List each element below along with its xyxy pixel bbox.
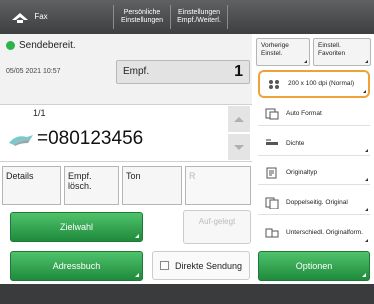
options-label: Optionen	[295, 261, 333, 271]
datetime: 05/05 2021 10:57	[6, 68, 61, 75]
fax-number-icon	[9, 135, 33, 146]
page-indicator: 1/1	[33, 108, 46, 118]
destination-count-box: Empf. 1	[116, 60, 250, 84]
fax-icon	[12, 13, 29, 23]
shared-settings-button[interactable]: Einstellungen Empf./Weiterl.	[171, 0, 227, 34]
corner-arrow-icon	[365, 60, 368, 63]
details-label: Details	[6, 171, 34, 181]
personal-settings-label: Persönliche Einstellungen	[120, 9, 164, 24]
auto-format-label: Auto Format	[286, 109, 322, 117]
r-label: R	[189, 171, 196, 181]
destination-entry[interactable]: =080123456	[8, 128, 143, 150]
shared-settings-label: Einstellungen Empf./Weiterl.	[177, 9, 221, 24]
original-type-option[interactable]: Originaltyp	[258, 161, 370, 185]
corner-arrow-icon	[365, 149, 368, 152]
different-size-originals-icon	[264, 226, 280, 240]
remove-destination-label: Empf. lösch.	[68, 171, 92, 191]
address-book-button[interactable]: Adressbuch	[10, 251, 143, 281]
direct-send-label: Direkte Sendung	[175, 260, 243, 271]
density-icon	[264, 137, 280, 151]
different-size-originals-option[interactable]: Unterschiedl. Originalform.	[258, 221, 370, 245]
density-option[interactable]: Dichte	[258, 132, 370, 156]
auto-format-icon	[264, 107, 280, 121]
original-type-icon	[264, 166, 280, 180]
duplex-original-icon	[264, 196, 280, 210]
personal-settings-button[interactable]: Persönliche Einstellungen	[114, 0, 170, 34]
arrow-up-icon	[234, 116, 244, 122]
on-hook-label: Auf-gelegt	[198, 217, 236, 226]
tone-label: Ton	[126, 171, 141, 181]
density-label: Dichte	[286, 139, 305, 147]
duplex-original-label: Doppelseitig. Original	[286, 198, 348, 206]
scroll-down-button[interactable]	[228, 134, 250, 160]
r-button[interactable]: R	[185, 166, 251, 205]
options-button[interactable]: Optionen	[258, 251, 370, 281]
remove-destination-button[interactable]: Empf. lösch.	[64, 166, 119, 205]
resolution-option[interactable]: 200 x 100 dpi (Normal)	[258, 70, 370, 98]
target-dial-label: Zielwahl	[59, 222, 93, 232]
resolution-label: 200 x 100 dpi (Normal)	[288, 80, 355, 87]
on-hook-button[interactable]: Auf-gelegt	[183, 210, 251, 244]
status-text: Sendebereit.	[19, 40, 76, 51]
target-dial-button[interactable]: Zielwahl	[10, 212, 143, 242]
destination-label: Empf.	[123, 66, 150, 77]
direct-send-toggle[interactable]: Direkte Sendung	[152, 251, 250, 280]
home-label: Fax	[34, 12, 48, 21]
details-button[interactable]: Details	[2, 166, 61, 205]
divider	[227, 5, 228, 29]
status-indicator	[6, 41, 15, 50]
previous-settings-label: Vorherige Einstel.	[261, 42, 289, 57]
corner-arrow-icon	[363, 90, 366, 93]
favorite-settings-button[interactable]: Einstell. Favoriten	[313, 38, 371, 66]
fax-screen: Fax Persönliche Einstellungen Einstellun…	[0, 0, 374, 304]
status-row: Sendebereit.	[6, 40, 76, 51]
different-size-originals-label: Unterschiedl. Originalform.	[286, 229, 363, 236]
corner-arrow-icon	[365, 178, 368, 181]
corner-arrow-icon	[365, 208, 368, 211]
scroll-up-button[interactable]	[228, 106, 250, 132]
previous-settings-button[interactable]: Vorherige Einstel.	[256, 38, 310, 66]
favorite-settings-label: Einstell. Favoriten	[318, 42, 346, 57]
tone-button[interactable]: Ton	[122, 166, 182, 205]
auto-format-option[interactable]: Auto Format	[258, 102, 370, 126]
destination-number: =080123456	[37, 128, 144, 149]
home-button[interactable]: Fax	[0, 0, 58, 34]
arrow-down-icon	[234, 144, 244, 150]
destination-count: 1	[234, 63, 243, 80]
corner-arrow-icon	[365, 239, 368, 242]
checkbox[interactable]	[160, 261, 169, 270]
top-bar: Fax Persönliche Einstellungen Einstellun…	[0, 0, 374, 34]
corner-arrow-icon	[135, 273, 139, 277]
bottom-bar	[0, 284, 374, 304]
address-book-label: Adressbuch	[52, 261, 101, 271]
corner-arrow-icon	[304, 60, 307, 63]
duplex-original-option[interactable]: Doppelseitig. Original	[258, 191, 370, 215]
corner-arrow-icon	[362, 273, 366, 277]
corner-arrow-icon	[135, 234, 139, 238]
original-type-label: Originaltyp	[286, 168, 318, 176]
resolution-icon	[266, 77, 282, 91]
